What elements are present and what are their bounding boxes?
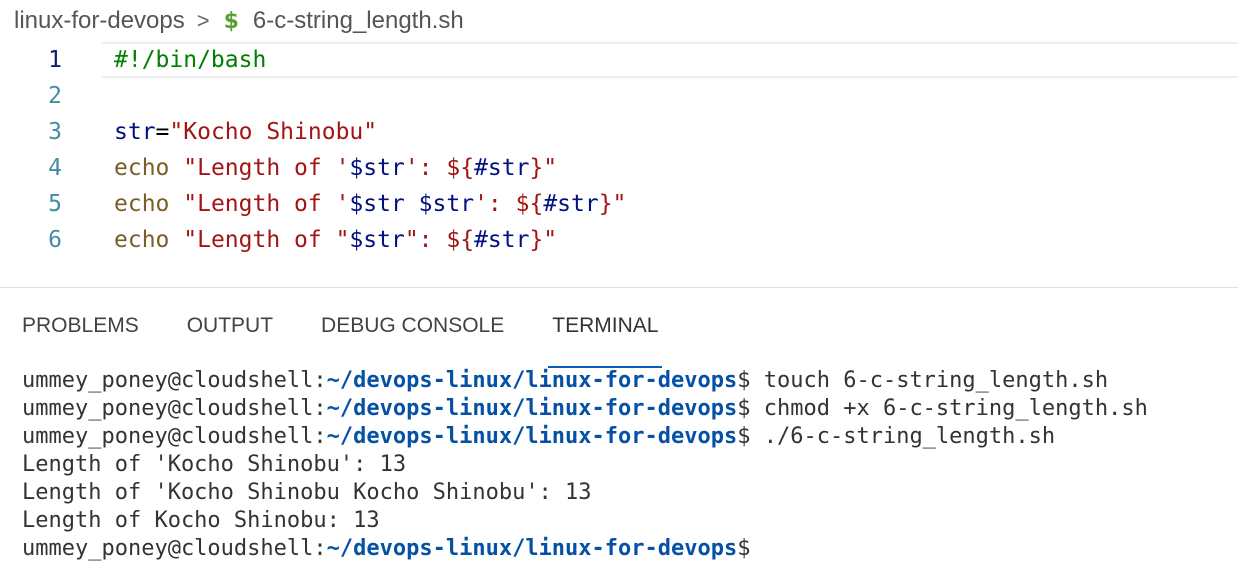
breadcrumb-folder[interactable]: linux-for-devops xyxy=(14,7,185,35)
code-token: ${ xyxy=(515,191,544,217)
line-number: 6 xyxy=(48,227,62,253)
terminal-output: Length of 'Kocho Shinobu': 13 xyxy=(22,452,407,477)
code-token: ${ xyxy=(446,227,475,253)
code-line[interactable]: 6 echo "Length of "$str": ${#str}" xyxy=(0,222,1238,258)
line-number: 1 xyxy=(48,47,62,73)
terminal-line: ummey_poney@cloudshell:~/devops-linux/li… xyxy=(22,367,1232,395)
tab-terminal[interactable]: TERMINAL xyxy=(548,310,663,368)
code-editor[interactable]: 1 #!/bin/bash 2 3 str="Kocho Shinobu" 4 echo "… xyxy=(0,42,1238,282)
code-token: echo xyxy=(114,155,170,181)
current-line-highlight xyxy=(102,42,1238,78)
line-number: 5 xyxy=(48,191,62,217)
code-line[interactable]: 1 #!/bin/bash xyxy=(0,42,1238,78)
code-token: }" xyxy=(598,191,627,217)
prompt-path: ~/devops-linux/linux-for-devops xyxy=(326,396,738,421)
prompt-user: ummey_poney@cloudshell: xyxy=(22,424,327,449)
terminal-command: chmod +x 6-c-string_length.sh xyxy=(750,396,1148,421)
code-token: $str xyxy=(349,155,405,181)
code-token: echo xyxy=(114,227,170,253)
code-token: ${ xyxy=(446,155,475,181)
prompt-symbol: $ xyxy=(737,368,751,393)
terminal-line: Length of 'Kocho Shinobu Kocho Shinobu':… xyxy=(22,479,1232,507)
code-token: ": xyxy=(404,227,447,253)
prompt-symbol: $ xyxy=(737,424,751,449)
code-line[interactable]: 4 echo "Length of '$str': ${#str}" xyxy=(0,150,1238,186)
terminal-line: ummey_poney@cloudshell:~/devops-linux/li… xyxy=(22,423,1232,451)
tab-output[interactable]: OUTPUT xyxy=(187,310,273,342)
code-token: ': xyxy=(474,191,516,217)
prompt-path: ~/devops-linux/linux-for-devops xyxy=(326,368,738,393)
code-token: $str xyxy=(349,191,405,217)
panel-tabs: PROBLEMS OUTPUT DEBUG CONSOLE TERMINAL xyxy=(22,310,706,368)
line-number: 3 xyxy=(48,119,62,145)
code-token: "Length of ' xyxy=(183,155,350,181)
terminal-command: ./6-c-string_length.sh xyxy=(750,424,1056,449)
code-token: "Length of ' xyxy=(183,191,350,217)
code-token: $str xyxy=(349,227,405,253)
code-text: #!/bin/bash xyxy=(114,42,266,78)
prompt-user: ummey_poney@cloudshell: xyxy=(22,396,327,421)
prompt-user: ummey_poney@cloudshell: xyxy=(22,368,327,393)
shell-script-icon: $ xyxy=(223,8,239,34)
terminal-output: Length of Kocho Shinobu: 13 xyxy=(22,508,380,533)
code-token: str xyxy=(114,119,156,145)
terminal-line: Length of 'Kocho Shinobu': 13 xyxy=(22,451,1232,479)
code-line[interactable]: 3 str="Kocho Shinobu" xyxy=(0,114,1238,150)
code-token: }" xyxy=(529,227,558,253)
line-number: 2 xyxy=(48,83,62,109)
terminal-line: Length of Kocho Shinobu: 13 xyxy=(22,507,1232,535)
terminal[interactable]: ummey_poney@cloudshell:~/devops-linux/li… xyxy=(22,367,1232,563)
code-token: "Kocho Shinobu" xyxy=(169,119,378,145)
terminal-line: ummey_poney@cloudshell:~/devops-linux/li… xyxy=(22,535,1232,563)
code-token: }" xyxy=(529,155,558,181)
breadcrumb-file[interactable]: 6-c-string_length.sh xyxy=(253,7,464,35)
prompt-symbol: $ xyxy=(737,396,751,421)
code-token: #str xyxy=(543,191,599,217)
terminal-output: Length of 'Kocho Shinobu Kocho Shinobu':… xyxy=(22,480,592,505)
code-token: = xyxy=(155,119,170,145)
code-line[interactable]: 2 xyxy=(0,78,1238,114)
code-token: "Length of " xyxy=(183,227,350,253)
code-token: #!/bin/bash xyxy=(114,47,267,73)
code-text: echo "Length of '$str $str': ${#str}" xyxy=(114,186,626,222)
breadcrumb: linux-for-devops > $ 6-c-string_length.s… xyxy=(14,6,464,36)
prompt-symbol: $ xyxy=(737,536,751,561)
tab-debug-console[interactable]: DEBUG CONSOLE xyxy=(321,310,504,342)
code-text: str="Kocho Shinobu" xyxy=(114,114,377,150)
bottom-panel: PROBLEMS OUTPUT DEBUG CONSOLE TERMINAL u… xyxy=(0,287,1238,566)
code-token: $str xyxy=(418,191,475,217)
code-token: echo xyxy=(114,191,170,217)
code-token: ': xyxy=(404,155,447,181)
prompt-path: ~/devops-linux/linux-for-devops xyxy=(326,536,738,561)
code-token: #str xyxy=(474,155,530,181)
prompt-path: ~/devops-linux/linux-for-devops xyxy=(326,424,738,449)
terminal-line: ummey_poney@cloudshell:~/devops-linux/li… xyxy=(22,395,1232,423)
code-text: echo "Length of '$str': ${#str}" xyxy=(114,150,557,186)
terminal-command: touch 6-c-string_length.sh xyxy=(750,368,1109,393)
chevron-right-icon: > xyxy=(196,8,210,33)
code-text: echo "Length of "$str": ${#str}" xyxy=(114,222,557,258)
prompt-user: ummey_poney@cloudshell: xyxy=(22,536,327,561)
code-line[interactable]: 5 echo "Length of '$str $str': ${#str}" xyxy=(0,186,1238,222)
tab-problems[interactable]: PROBLEMS xyxy=(22,310,139,342)
line-number: 4 xyxy=(48,155,62,181)
code-token: #str xyxy=(474,227,530,253)
